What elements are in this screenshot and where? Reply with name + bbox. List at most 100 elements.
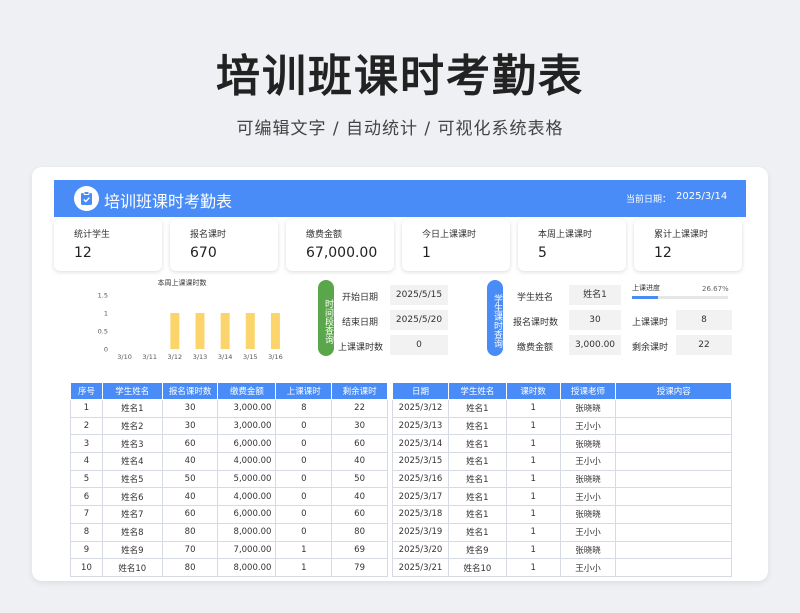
table-cell[interactable]: 30 <box>161 416 219 436</box>
table-cell[interactable]: 80 <box>161 558 219 577</box>
table-cell[interactable]: 张晓晓 <box>559 505 617 524</box>
table-cell[interactable]: 50 <box>331 469 388 489</box>
table-cell[interactable]: 5,000.00 <box>217 469 277 489</box>
table-cell[interactable]: 3 <box>70 434 103 454</box>
table-cell[interactable]: 姓名8 <box>101 522 163 542</box>
table-cell[interactable]: 姓名4 <box>101 452 163 471</box>
table-cell[interactable]: 姓名1 <box>447 434 507 454</box>
table-cell[interactable]: 80 <box>161 522 219 542</box>
table-cell[interactable]: 1 <box>505 434 561 454</box>
table-cell[interactable]: 姓名9 <box>447 540 507 560</box>
table-cell[interactable]: 1 <box>505 522 561 542</box>
column-header[interactable]: 学生姓名 <box>447 382 507 400</box>
table-row[interactable]: 2025/3/13 姓名1 1 王小小 <box>392 416 732 436</box>
table-cell[interactable]: 姓名1 <box>447 399 507 418</box>
end-date-field[interactable]: 2025/5/20 <box>390 310 448 330</box>
student-name-field[interactable]: 姓名1 <box>569 285 621 305</box>
table-cell[interactable]: 4,000.00 <box>217 452 277 471</box>
table-cell[interactable]: 30 <box>331 416 388 436</box>
table-cell[interactable]: 2025/3/12 <box>392 399 449 418</box>
table-cell[interactable]: 王小小 <box>559 522 617 542</box>
table-row[interactable]: 6 姓名6 40 4,000.00 0 40 <box>70 487 388 507</box>
table-cell[interactable] <box>615 469 732 489</box>
table-cell[interactable]: 60 <box>161 505 219 524</box>
table-cell[interactable]: 0 <box>275 452 333 471</box>
table-row[interactable]: 8 姓名8 80 8,000.00 0 80 <box>70 522 388 542</box>
table-cell[interactable]: 王小小 <box>559 452 617 471</box>
table-cell[interactable]: 姓名2 <box>101 416 163 436</box>
table-row[interactable]: 2025/3/19 姓名1 1 王小小 <box>392 522 732 542</box>
table-row[interactable]: 2025/3/14 姓名1 1 张晓晓 <box>392 434 732 454</box>
column-header[interactable]: 报名课时数 <box>161 382 219 400</box>
table-cell[interactable]: 5 <box>70 469 103 489</box>
table-cell[interactable]: 1 <box>70 399 103 418</box>
table-cell[interactable]: 40 <box>161 487 219 507</box>
table-cell[interactable]: 1 <box>505 558 561 577</box>
table-cell[interactable]: 40 <box>331 487 388 507</box>
table-row[interactable]: 3 姓名3 60 6,000.00 0 60 <box>70 434 388 454</box>
table-cell[interactable]: 0 <box>275 505 333 524</box>
table-cell[interactable]: 张晓晓 <box>559 434 617 454</box>
table-cell[interactable]: 2025/3/16 <box>392 469 449 489</box>
table-row[interactable]: 2 姓名2 30 3,000.00 0 30 <box>70 416 388 436</box>
table-cell[interactable]: 4 <box>70 452 103 471</box>
table-cell[interactable]: 1 <box>505 469 561 489</box>
table-cell[interactable]: 2025/3/15 <box>392 452 449 471</box>
table-cell[interactable]: 6,000.00 <box>217 434 277 454</box>
table-cell[interactable]: 姓名1 <box>447 505 507 524</box>
column-header[interactable]: 授课老师 <box>559 382 617 400</box>
table-cell[interactable]: 60 <box>331 434 388 454</box>
table-cell[interactable]: 2025/3/17 <box>392 487 449 507</box>
table-cell[interactable]: 0 <box>275 416 333 436</box>
table-cell[interactable]: 2 <box>70 416 103 436</box>
table-cell[interactable]: 2025/3/13 <box>392 416 449 436</box>
column-header[interactable]: 缴费金额 <box>217 382 277 400</box>
table-cell[interactable] <box>615 452 732 471</box>
table-cell[interactable]: 40 <box>161 452 219 471</box>
table-cell[interactable]: 69 <box>331 540 388 560</box>
table-cell[interactable] <box>615 558 732 577</box>
table-row[interactable]: 9 姓名9 70 7,000.00 1 69 <box>70 540 388 560</box>
table-cell[interactable] <box>615 522 732 542</box>
table-cell[interactable]: 张晓晓 <box>559 399 617 418</box>
table-cell[interactable]: 60 <box>161 434 219 454</box>
table-cell[interactable]: 姓名5 <box>101 469 163 489</box>
table-cell[interactable]: 2025/3/14 <box>392 434 449 454</box>
table-cell[interactable]: 2025/3/20 <box>392 540 449 560</box>
table-row[interactable]: 2025/3/20 姓名9 1 张晓晓 <box>392 540 732 560</box>
table-cell[interactable]: 8 <box>275 399 333 418</box>
table-cell[interactable]: 1 <box>505 505 561 524</box>
column-header[interactable]: 剩余课时 <box>331 382 388 400</box>
table-cell[interactable]: 王小小 <box>559 416 617 436</box>
table-row[interactable]: 10 姓名10 80 8,000.00 1 79 <box>70 558 388 577</box>
table-cell[interactable] <box>615 487 732 507</box>
table-cell[interactable]: 70 <box>161 540 219 560</box>
table-cell[interactable]: 0 <box>275 434 333 454</box>
table-cell[interactable] <box>615 416 732 436</box>
table-cell[interactable]: 60 <box>331 505 388 524</box>
table-cell[interactable]: 姓名1 <box>447 452 507 471</box>
start-date-field[interactable]: 2025/5/15 <box>390 285 448 305</box>
table-cell[interactable]: 王小小 <box>559 487 617 507</box>
table-cell[interactable]: 8,000.00 <box>217 522 277 542</box>
table-cell[interactable]: 0 <box>275 469 333 489</box>
table-cell[interactable]: 1 <box>505 487 561 507</box>
table-cell[interactable] <box>615 399 732 418</box>
table-row[interactable]: 7 姓名7 60 6,000.00 0 60 <box>70 505 388 524</box>
table-cell[interactable]: 50 <box>161 469 219 489</box>
table-cell[interactable]: 姓名3 <box>101 434 163 454</box>
table-cell[interactable]: 张晓晓 <box>559 469 617 489</box>
table-row[interactable]: 2025/3/15 姓名1 1 王小小 <box>392 452 732 471</box>
table-cell[interactable] <box>615 540 732 560</box>
column-header[interactable]: 授课内容 <box>615 382 732 400</box>
table-cell[interactable]: 1 <box>505 416 561 436</box>
table-cell[interactable]: 1 <box>275 558 333 577</box>
table-row[interactable]: 2025/3/17 姓名1 1 王小小 <box>392 487 732 507</box>
table-cell[interactable]: 姓名9 <box>101 540 163 560</box>
table-cell[interactable]: 80 <box>331 522 388 542</box>
table-cell[interactable]: 姓名1 <box>447 487 507 507</box>
table-cell[interactable]: 8 <box>70 522 103 542</box>
table-cell[interactable]: 22 <box>331 399 388 418</box>
table-cell[interactable]: 4,000.00 <box>217 487 277 507</box>
table-row[interactable]: 2025/3/12 姓名1 1 张晓晓 <box>392 399 732 418</box>
